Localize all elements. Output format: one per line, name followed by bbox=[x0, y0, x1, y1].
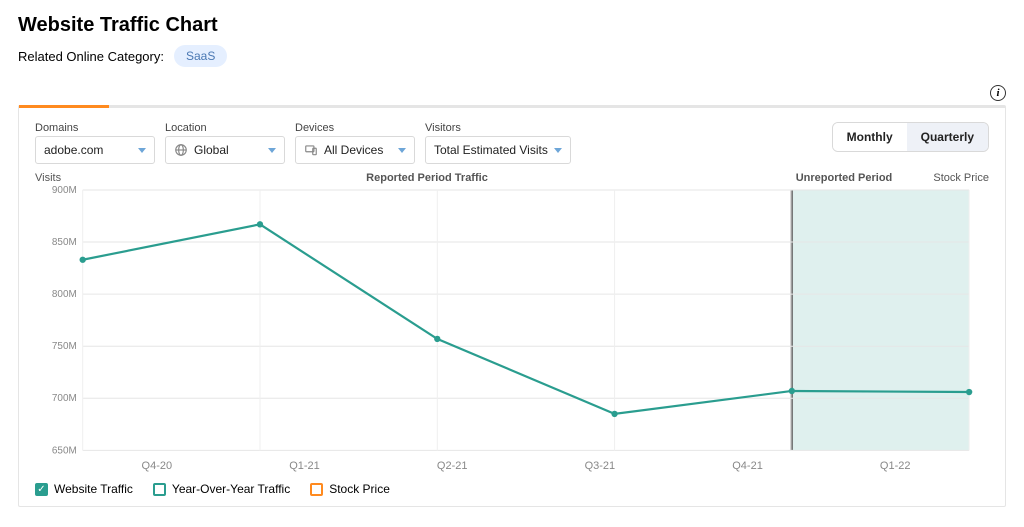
x-tick: Q1-21 bbox=[231, 460, 379, 472]
monthly-tab[interactable]: Monthly bbox=[833, 123, 907, 151]
chart-panel: Domains adobe.com Location Global Device… bbox=[18, 105, 1006, 507]
x-axis: Q4-20Q1-21Q2-21Q3-21Q4-21Q1-22 bbox=[35, 460, 989, 472]
stock-axis-title: Stock Price bbox=[929, 172, 989, 184]
category-chip[interactable]: SaaS bbox=[174, 45, 227, 67]
line-chart: 900M 850M 800M 750M 700M 650M bbox=[35, 186, 989, 456]
devices-icon bbox=[304, 143, 318, 157]
devices-dropdown[interactable]: All Devices bbox=[295, 136, 415, 164]
domains-label: Domains bbox=[35, 122, 155, 134]
info-icon[interactable]: i bbox=[990, 85, 1006, 101]
x-tick: Q3-21 bbox=[526, 460, 674, 472]
svg-text:650M: 650M bbox=[52, 445, 77, 454]
location-dropdown[interactable]: Global bbox=[165, 136, 285, 164]
legend-stock[interactable]: Stock Price bbox=[310, 482, 390, 496]
svg-text:750M: 750M bbox=[52, 341, 77, 352]
chevron-down-icon bbox=[138, 148, 146, 153]
unreported-label: Unreported Period bbox=[759, 172, 929, 184]
chevron-down-icon bbox=[398, 148, 406, 153]
svg-text:850M: 850M bbox=[52, 237, 77, 248]
legend-yoy[interactable]: Year-Over-Year Traffic bbox=[153, 482, 290, 496]
x-tick: Q1-22 bbox=[821, 460, 969, 472]
svg-text:900M: 900M bbox=[52, 186, 77, 196]
granularity-segment: Monthly Quarterly bbox=[832, 122, 989, 152]
svg-text:800M: 800M bbox=[52, 289, 77, 300]
devices-label: Devices bbox=[295, 122, 415, 134]
legend-traffic[interactable]: ✓ Website Traffic bbox=[35, 482, 133, 496]
visitors-label: Visitors bbox=[425, 122, 571, 134]
location-label: Location bbox=[165, 122, 285, 134]
visitors-dropdown[interactable]: Total Estimated Visits bbox=[425, 136, 571, 164]
reported-label: Reported Period Traffic bbox=[95, 172, 759, 184]
chevron-down-icon bbox=[268, 148, 276, 153]
related-label: Related Online Category: bbox=[18, 49, 164, 64]
quarterly-tab[interactable]: Quarterly bbox=[907, 123, 988, 151]
chevron-down-icon bbox=[554, 148, 562, 153]
x-tick: Q2-21 bbox=[378, 460, 526, 472]
x-tick: Q4-20 bbox=[83, 460, 231, 472]
domains-dropdown[interactable]: adobe.com bbox=[35, 136, 155, 164]
globe-icon bbox=[174, 143, 188, 157]
svg-text:700M: 700M bbox=[52, 393, 77, 404]
page-title: Website Traffic Chart bbox=[18, 14, 1006, 37]
yaxis-title: Visits bbox=[35, 172, 95, 184]
x-tick: Q4-21 bbox=[674, 460, 822, 472]
